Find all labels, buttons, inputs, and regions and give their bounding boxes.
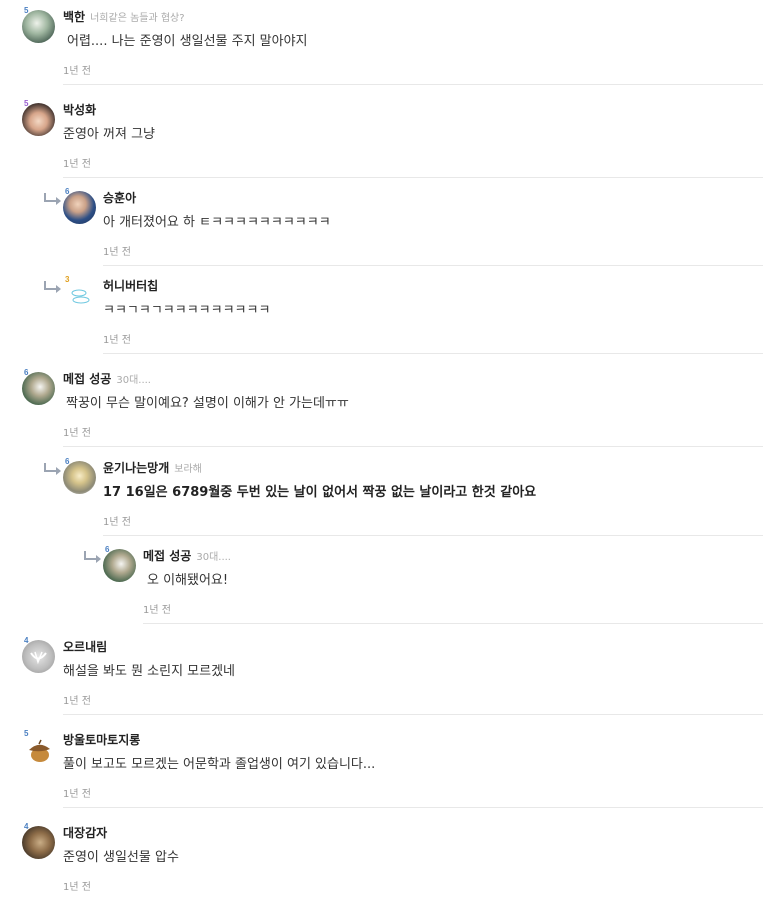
comment-time: 1년 전 <box>63 159 91 170</box>
comment-author[interactable]: 메접 성공 <box>143 549 191 563</box>
comment-divider <box>103 535 763 536</box>
reply-arrow-icon <box>44 193 61 205</box>
comment-time: 1년 전 <box>63 789 91 800</box>
comment-time: 1년 전 <box>103 517 131 528</box>
comment-text: 해설을 봐도 뭔 소린지 모르겠네 <box>63 664 236 679</box>
comment-text: 오 이해됐어요! <box>147 573 229 588</box>
comment-time: 1년 전 <box>63 882 91 893</box>
reply-arrow-icon <box>44 463 61 475</box>
comment-text: 짝꿍이 무슨 말이예요? 설명이 이해가 안 가는데ㅠㅠ <box>66 396 349 411</box>
comment-item: 5 박성화 준영아 꺼져 그냥 1년 전 <box>0 97 763 185</box>
comment-text: 17 16일은 6789월중 두번 있는 날이 없어서 짝꿍 없는 날이라고 한… <box>103 485 537 500</box>
reply-arrow-icon <box>44 281 61 293</box>
avatar[interactable] <box>22 733 55 766</box>
author-subtitle: 30대.... <box>196 552 231 563</box>
comment-divider <box>63 84 763 85</box>
comment-text: 풀이 보고도 모르겠는 어문학과 졸업생이 여기 있습니다... <box>63 757 376 772</box>
reply-arrow-icon <box>84 551 101 563</box>
comment-time: 1년 전 <box>63 66 91 77</box>
reply-item: 3 허니버터칩 ㅋㅋㄱㅋㄱㅋㅋㅋㅋㅋㅋㅋㅋㅋ 1년 전 <box>0 273 763 361</box>
avatar[interactable] <box>63 191 96 224</box>
comment-divider <box>103 353 763 354</box>
reply-item: 6 윤기나는망개 보라해 17 16일은 6789월중 두번 있는 날이 없어서 … <box>0 455 763 543</box>
comment-author[interactable]: 윤기나는망개 <box>103 461 169 475</box>
comment-item: 5 방울토마토지롱 풀이 보고도 모르겠는 어문학과 졸업생이 여기 있습니다.… <box>0 727 763 815</box>
reply-item: 6 승훈아 아 개터졌어요 하 ㅌㅋㅋㅋㅋㅋㅋㅋㅋㅋㅋ 1년 전 <box>0 185 763 273</box>
acorn-avatar-icon <box>29 739 50 762</box>
comment-author[interactable]: 방울토마토지롱 <box>63 733 140 747</box>
emblem-avatar-icon <box>30 651 47 665</box>
comment-author[interactable]: 메접 성공 <box>63 372 111 386</box>
comment-time: 1년 전 <box>63 428 91 439</box>
comment-time: 1년 전 <box>103 335 131 346</box>
comment-text: ㅋㅋㄱㅋㄱㅋㅋㅋㅋㅋㅋㅋㅋㅋ <box>103 303 271 318</box>
cloud-avatar-icon <box>71 289 90 304</box>
comment-divider <box>63 446 763 447</box>
comment-author[interactable]: 허니버터칩 <box>103 279 158 293</box>
comment-item: 6 메접 성공 30대.... 짝꿍이 무슨 말이예요? 설명이 이해가 안 가는… <box>0 366 763 454</box>
comment-item: 5 백한 너희같은 놈들과 협상? 어렵.... 나는 준영이 생일선물 주지 말… <box>0 4 763 92</box>
comment-text: 어렵.... 나는 준영이 생일선물 주지 말아야지 <box>67 34 308 49</box>
comment-author[interactable]: 승훈아 <box>103 191 136 205</box>
author-subtitle: 30대.... <box>116 375 151 386</box>
avatar[interactable] <box>22 372 55 405</box>
comment-divider <box>103 265 763 266</box>
comment-author[interactable]: 대장감자 <box>63 826 107 840</box>
author-subtitle: 보라해 <box>174 464 202 475</box>
comment-time: 1년 전 <box>103 247 131 258</box>
comment-divider <box>63 177 763 178</box>
avatar[interactable] <box>63 461 96 494</box>
comment-divider <box>63 807 763 808</box>
author-subtitle: 너희같은 놈들과 협상? <box>90 13 185 24</box>
comment-text: 아 개터졌어요 하 ㅌㅋㅋㅋㅋㅋㅋㅋㅋㅋㅋ <box>103 215 331 230</box>
comment-text: 준영아 꺼져 그냥 <box>63 127 155 142</box>
comment-divider <box>63 714 763 715</box>
avatar[interactable] <box>22 640 55 673</box>
avatar[interactable] <box>103 549 136 582</box>
comment-author[interactable]: 백한 <box>63 10 85 24</box>
comment-divider <box>143 623 763 624</box>
comment-item: 4 오르내림 해설을 봐도 뭔 소린지 모르겠네 1년 전 <box>0 634 763 722</box>
comment-text: 준영이 생일선물 압수 <box>63 850 179 865</box>
avatar[interactable] <box>22 826 55 859</box>
comment-author[interactable]: 박성화 <box>63 103 96 117</box>
comment-time: 1년 전 <box>63 696 91 707</box>
avatar[interactable] <box>63 279 96 312</box>
reply-item: 6 메접 성공 30대.... 오 이해됐어요! 1년 전 <box>0 543 763 631</box>
comment-author[interactable]: 오르내림 <box>63 640 107 654</box>
comment-time: 1년 전 <box>143 605 171 616</box>
avatar[interactable] <box>22 10 55 43</box>
comment-item: 4 대장감자 준영이 생일선물 압수 1년 전 <box>0 820 763 908</box>
avatar[interactable] <box>22 103 55 136</box>
